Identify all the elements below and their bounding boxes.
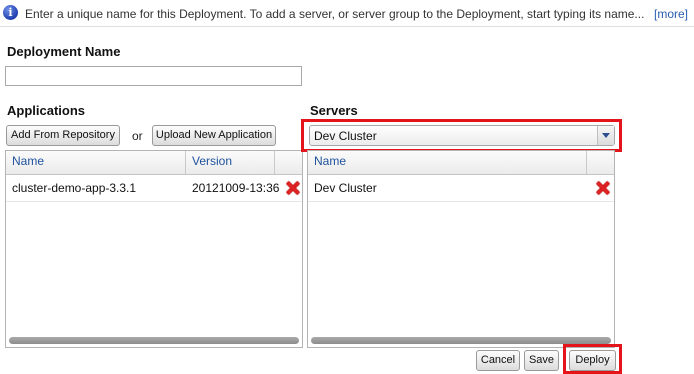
add-from-repository-button[interactable]: Add From Repository <box>6 125 120 146</box>
server-name-cell: Dev Cluster <box>314 181 377 195</box>
servers-grid: Name Dev Cluster <box>307 150 615 348</box>
save-button[interactable]: Save <box>524 350 559 371</box>
column-separator <box>274 151 275 174</box>
info-icon: i <box>3 5 18 20</box>
servers-label: Servers <box>310 103 358 118</box>
column-separator <box>185 151 186 174</box>
column-header-version[interactable]: Version <box>192 151 232 174</box>
delete-x-icon[interactable] <box>286 181 300 195</box>
deployment-name-input[interactable] <box>5 66 302 86</box>
deployment-name-label: Deployment Name <box>7 44 121 59</box>
delete-x-icon[interactable] <box>596 181 610 195</box>
divider <box>0 26 694 27</box>
upload-new-application-button[interactable]: Upload New Application <box>152 125 276 146</box>
or-text: or <box>132 129 143 143</box>
applications-grid: Name Version cluster-demo-app-3.3.1 2012… <box>5 150 303 348</box>
info-message: Enter a unique name for this Deployment.… <box>25 7 645 21</box>
servers-grid-header: Name <box>308 151 614 175</box>
horizontal-scrollbar[interactable] <box>311 337 611 344</box>
app-name-cell: cluster-demo-app-3.3.1 <box>12 181 137 195</box>
cancel-button[interactable]: Cancel <box>476 350 520 371</box>
column-header-name[interactable]: Name <box>12 151 44 174</box>
server-select-highlight <box>301 119 622 152</box>
column-separator <box>586 151 587 174</box>
column-header-name[interactable]: Name <box>314 151 346 174</box>
horizontal-scrollbar[interactable] <box>9 337 299 344</box>
more-link[interactable]: [more] <box>654 7 688 21</box>
applications-grid-header: Name Version <box>6 151 302 175</box>
deploy-button-highlight <box>563 344 622 374</box>
applications-label: Applications <box>7 103 86 118</box>
row-divider <box>6 201 302 202</box>
app-version-cell: 20121009-13:36 <box>192 181 280 195</box>
row-divider <box>308 201 614 202</box>
